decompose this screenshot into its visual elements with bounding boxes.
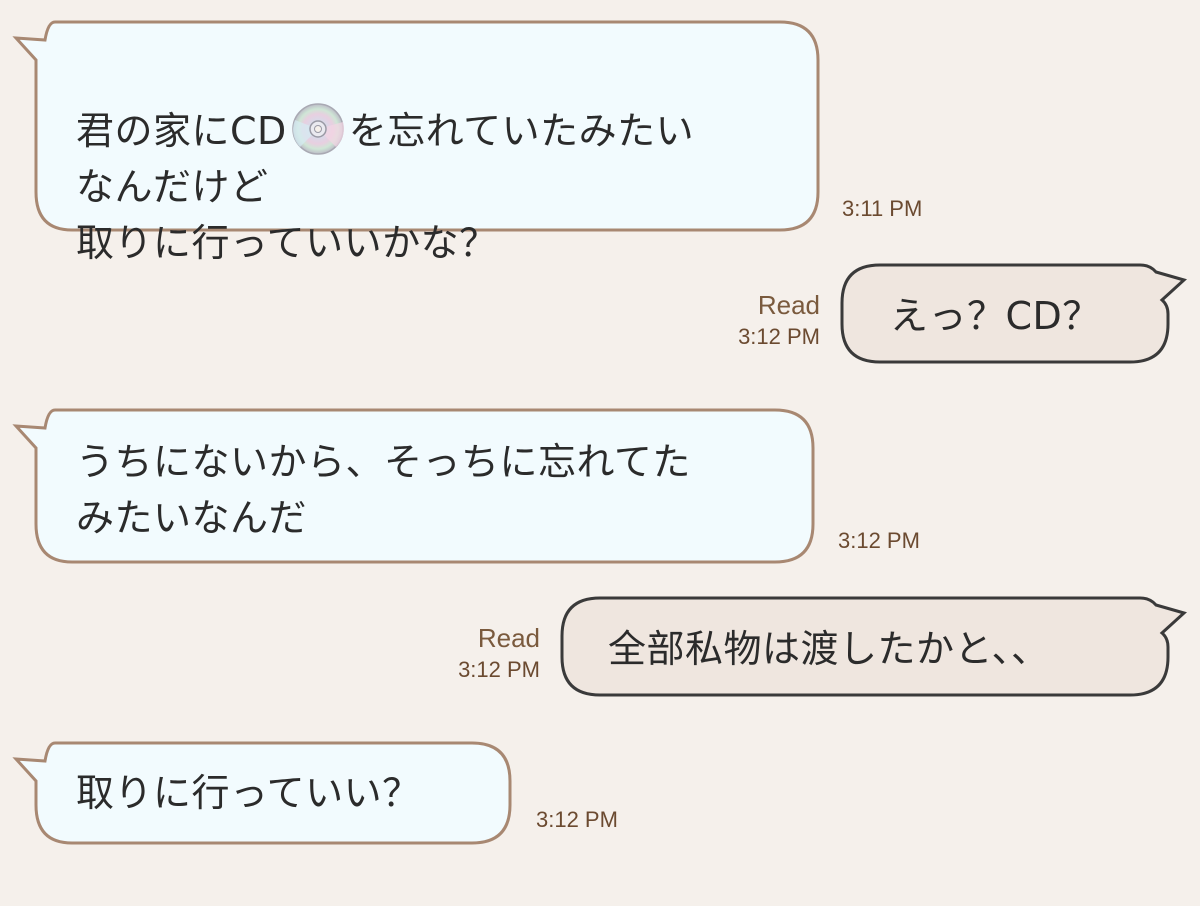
message-text: うちにないから、そっちに忘れてた みたいなんだ — [76, 440, 691, 540]
message-incoming-2[interactable]: うちにないから、そっちに忘れてた みたいなんだ 3:12 PM — [0, 400, 1200, 570]
message-outgoing-1[interactable]: えっ？CD？ Read 3:12 PM — [0, 250, 1200, 380]
read-receipt: Read — [757, 290, 820, 320]
message-meta: Read 3:12 PM — [458, 621, 540, 685]
message-time: 3:12 PM — [458, 657, 540, 682]
message-time: 3:12 PM — [536, 807, 618, 832]
message-text: えっ？CD？ — [890, 294, 1101, 338]
message-meta: Read 3:12 PM — [738, 288, 820, 352]
message-outgoing-2[interactable]: 全部私物は渡したかと、、 Read 3:12 PM — [0, 585, 1200, 715]
message-text: 君の家にCD を忘れていたみたい なんだけど 取りに行っていいかな？ — [76, 46, 796, 271]
message-text: 全部私物は渡したかと、、 — [608, 627, 1050, 671]
cd-disc-icon — [291, 102, 345, 156]
message-time: 3:11 PM — [842, 196, 923, 221]
message-text: 取りに行っていい？ — [76, 771, 421, 815]
message-incoming-3[interactable]: 取りに行っていい？ 3:12 PM — [0, 735, 1200, 855]
message-incoming-1[interactable]: 君の家にCD を忘れていたみたい なんだけど 取りに行っていいかな？ 3:11 — [0, 0, 1200, 265]
message-time: 3:12 PM — [738, 324, 820, 349]
message-time: 3:12 PM — [838, 528, 920, 553]
read-receipt: Read — [477, 623, 540, 653]
